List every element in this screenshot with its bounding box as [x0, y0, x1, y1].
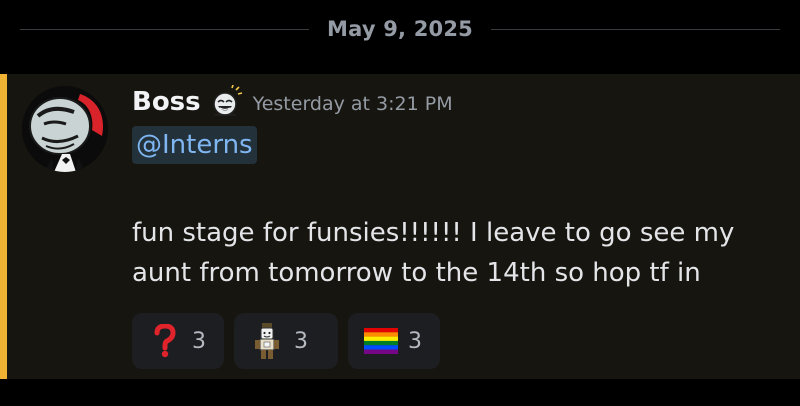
avatar[interactable]: [22, 86, 108, 172]
divider-line-right: [491, 28, 781, 30]
reaction-count: 3: [408, 328, 422, 354]
trollface-avatar-icon: [22, 86, 108, 172]
message: Boss Yesterday at 3:21 PM @Interns fun s…: [0, 74, 800, 379]
rainbow-flag-icon: [364, 321, 398, 361]
reaction-question[interactable]: 3: [132, 313, 224, 369]
reaction-character[interactable]: 3: [234, 313, 338, 369]
divider-line-left: [20, 28, 310, 30]
author-name[interactable]: Boss: [132, 87, 201, 117]
red-question-mark-icon: [148, 321, 182, 361]
message-timestamp[interactable]: Yesterday at 3:21 PM: [253, 93, 453, 115]
reaction-count: 3: [294, 328, 308, 354]
date-divider: May 9, 2025: [0, 0, 800, 58]
mention-text: @Interns: [136, 130, 253, 160]
laughing-face-role-icon[interactable]: [209, 85, 243, 119]
bottom-strip: [0, 379, 800, 406]
mention-interns[interactable]: @Interns: [132, 126, 257, 164]
message-content: fun stage for funsies!!!!!! I leave to g…: [132, 218, 735, 288]
reaction-rainbow-flag[interactable]: 3: [348, 313, 440, 369]
reactions: 3 3 3: [132, 313, 440, 369]
date-label: May 9, 2025: [327, 17, 473, 41]
reaction-count: 3: [192, 328, 206, 354]
mention-highlight-bar: [0, 74, 7, 379]
roblox-character-icon: [250, 321, 284, 361]
message-header: Boss Yesterday at 3:21 PM: [132, 84, 453, 120]
